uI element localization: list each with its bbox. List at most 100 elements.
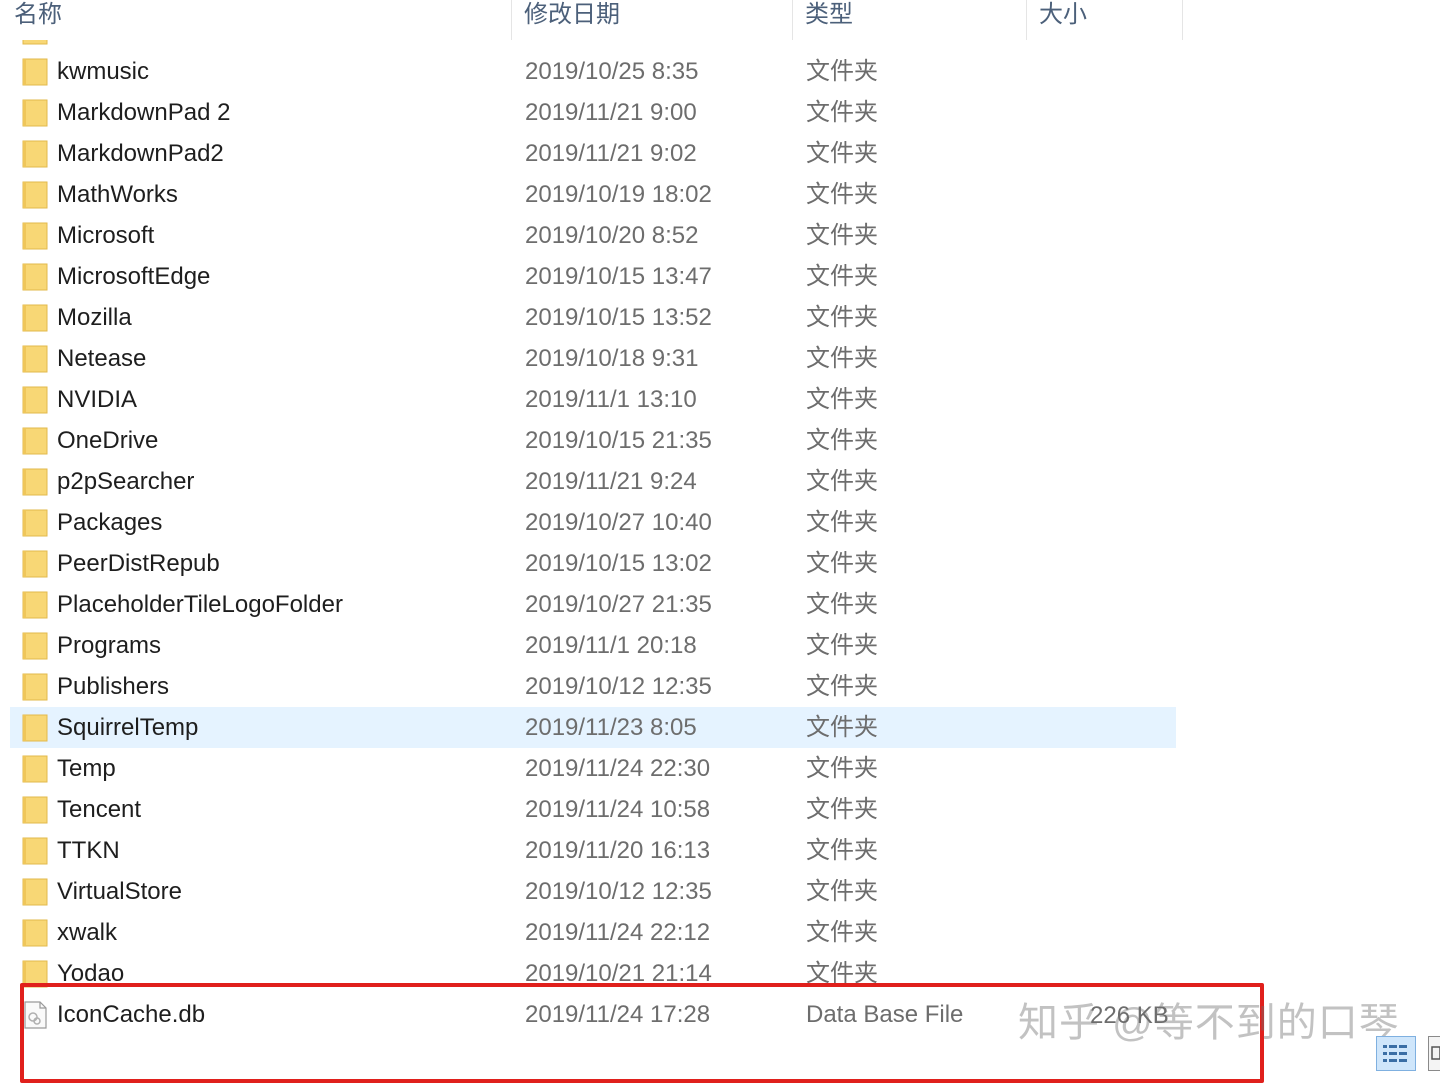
folder-icon bbox=[22, 99, 48, 127]
item-type: 文件夹 bbox=[806, 550, 878, 577]
folder-icon bbox=[22, 222, 48, 250]
item-date: 2019/10/25 8:35 bbox=[525, 58, 699, 85]
item-date: 2019/11/21 9:24 bbox=[525, 468, 697, 495]
item-name: xwalk bbox=[57, 919, 118, 946]
item-type: 文件夹 bbox=[806, 755, 878, 782]
list-item[interactable]: PeerDistRepub 2019/10/15 13:02 文件夹 bbox=[10, 543, 1176, 584]
details-view-button[interactable] bbox=[1376, 1036, 1416, 1071]
item-date: 2019/10/15 13:47 bbox=[525, 263, 712, 290]
list-item[interactable]: Tencent 2019/11/24 10:58 文件夹 bbox=[10, 789, 1176, 830]
list-item[interactable]: Publishers 2019/10/12 12:35 文件夹 bbox=[10, 666, 1176, 707]
item-type: 文件夹 bbox=[806, 919, 878, 946]
item-name: Microsoft bbox=[57, 222, 155, 249]
list-item[interactable]: TTKN 2019/11/20 16:13 文件夹 bbox=[10, 830, 1176, 871]
item-date: 2019/11/21 9:00 bbox=[525, 99, 697, 126]
list-item[interactable]: Packages 2019/10/27 10:40 文件夹 bbox=[10, 502, 1176, 543]
folder-icon bbox=[22, 468, 48, 496]
item-date: 2019/11/24 22:12 bbox=[525, 919, 711, 946]
item-name: p2pSearcher bbox=[57, 468, 195, 495]
item-date: 2019/11/1 13:10 bbox=[525, 386, 697, 413]
folder-icon bbox=[22, 796, 48, 824]
large-icons-view-button[interactable] bbox=[1428, 1036, 1440, 1071]
item-date: 2019/10/12 12:35 bbox=[525, 878, 712, 905]
item-name: Temp bbox=[57, 755, 116, 782]
item-name: Programs bbox=[57, 632, 162, 659]
folder-icon bbox=[22, 878, 48, 906]
folder-icon bbox=[22, 919, 48, 947]
list-item[interactable]: Microsoft 2019/10/20 8:52 文件夹 bbox=[10, 215, 1176, 256]
item-name: MarkdownPad 2 bbox=[57, 99, 231, 126]
item-name: SquirrelTemp bbox=[57, 714, 199, 741]
item-type: 文件夹 bbox=[806, 58, 878, 85]
folder-icon bbox=[22, 755, 48, 783]
item-type: 文件夹 bbox=[806, 263, 878, 290]
item-name: MathWorks bbox=[57, 181, 178, 208]
folder-icon bbox=[22, 345, 48, 373]
list-item[interactable]: xwalk 2019/11/24 22:12 文件夹 bbox=[10, 912, 1176, 953]
item-date: 2019/11/21 9:02 bbox=[525, 140, 697, 167]
list-item[interactable]: Temp 2019/11/24 22:30 文件夹 bbox=[10, 748, 1176, 789]
view-mode-buttons bbox=[1376, 1036, 1440, 1071]
item-type: 文件夹 bbox=[806, 509, 878, 536]
item-type: 文件夹 bbox=[806, 878, 878, 905]
item-date: 2019/10/20 8:52 bbox=[525, 222, 699, 249]
folder-icon bbox=[22, 58, 48, 86]
folder-icon bbox=[22, 673, 48, 701]
list-item[interactable]: kwmusic 2019/10/25 8:35 文件夹 bbox=[10, 51, 1176, 92]
item-name: Publishers bbox=[57, 673, 170, 700]
item-type: 文件夹 bbox=[806, 140, 878, 167]
list-item[interactable]: MarkdownPad 2 2019/11/21 9:00 文件夹 bbox=[10, 92, 1176, 133]
item-type: 文件夹 bbox=[806, 181, 878, 208]
item-name: PlaceholderTileLogoFolder bbox=[57, 591, 343, 618]
item-type: 文件夹 bbox=[806, 673, 878, 700]
item-type: 文件夹 bbox=[806, 345, 878, 372]
item-date: 2019/11/20 16:13 bbox=[525, 837, 711, 864]
item-type: 文件夹 bbox=[806, 386, 878, 413]
item-name: NVIDIA bbox=[57, 386, 138, 413]
item-date: 2019/11/23 8:05 bbox=[525, 714, 697, 741]
folder-icon bbox=[22, 263, 48, 291]
list-item[interactable]: Netease 2019/10/18 9:31 文件夹 bbox=[10, 338, 1176, 379]
folder-icon bbox=[22, 632, 48, 660]
item-type: 文件夹 bbox=[806, 591, 878, 618]
item-type: 文件夹 bbox=[806, 304, 878, 331]
item-name: Packages bbox=[57, 509, 163, 536]
item-name: TTKN bbox=[57, 837, 120, 864]
item-date: 2019/10/27 21:35 bbox=[525, 591, 712, 618]
item-date: 2019/11/24 10:58 bbox=[525, 796, 711, 823]
item-name: MicrosoftEdge bbox=[57, 263, 211, 290]
item-date: 2019/10/18 9:31 bbox=[525, 345, 699, 372]
folder-icon bbox=[22, 550, 48, 578]
item-type: 文件夹 bbox=[806, 468, 878, 495]
item-type: 文件夹 bbox=[806, 632, 878, 659]
list-item[interactable]: MicrosoftEdge 2019/10/15 13:47 文件夹 bbox=[10, 256, 1176, 297]
list-item[interactable]: MathWorks 2019/10/19 18:02 文件夹 bbox=[10, 174, 1176, 215]
list-item[interactable]: NVIDIA 2019/11/1 13:10 文件夹 bbox=[10, 379, 1176, 420]
item-date: 2019/10/27 10:40 bbox=[525, 509, 712, 536]
item-name: MarkdownPad2 bbox=[57, 140, 224, 167]
item-type: 文件夹 bbox=[806, 714, 878, 741]
folder-icon bbox=[22, 714, 48, 742]
folder-icon bbox=[22, 837, 48, 865]
folder-icon bbox=[22, 509, 48, 537]
list-item[interactable]: MarkdownPad2 2019/11/21 9:02 文件夹 bbox=[10, 133, 1176, 174]
item-name: kwmusic bbox=[57, 58, 150, 85]
list-item[interactable]: PlaceholderTileLogoFolder 2019/10/27 21:3… bbox=[10, 584, 1176, 625]
item-date: 2019/11/24 22:30 bbox=[525, 755, 711, 782]
item-date: 2019/10/15 13:52 bbox=[525, 304, 712, 331]
folder-icon bbox=[22, 140, 48, 168]
list-item[interactable]: p2pSearcher 2019/11/21 9:24 文件夹 bbox=[10, 461, 1176, 502]
item-date: 2019/10/12 12:35 bbox=[525, 673, 712, 700]
list-item[interactable]: SquirrelTemp 2019/11/23 8:05 文件夹 bbox=[10, 707, 1176, 748]
list-item[interactable]: OneDrive 2019/10/15 21:35 文件夹 bbox=[10, 420, 1176, 461]
item-type: 文件夹 bbox=[806, 796, 878, 823]
item-name: Netease bbox=[57, 345, 147, 372]
folder-icon bbox=[22, 386, 48, 414]
item-type: 文件夹 bbox=[806, 99, 878, 126]
item-type: 文件夹 bbox=[806, 837, 878, 864]
list-item[interactable]: Mozilla 2019/10/15 13:52 文件夹 bbox=[10, 297, 1176, 338]
list-item[interactable]: Programs 2019/11/1 20:18 文件夹 bbox=[10, 625, 1176, 666]
list-item[interactable]: VirtualStore 2019/10/12 12:35 文件夹 bbox=[10, 871, 1176, 912]
details-view-icon bbox=[1383, 1045, 1407, 1062]
item-type: 文件夹 bbox=[806, 427, 878, 454]
